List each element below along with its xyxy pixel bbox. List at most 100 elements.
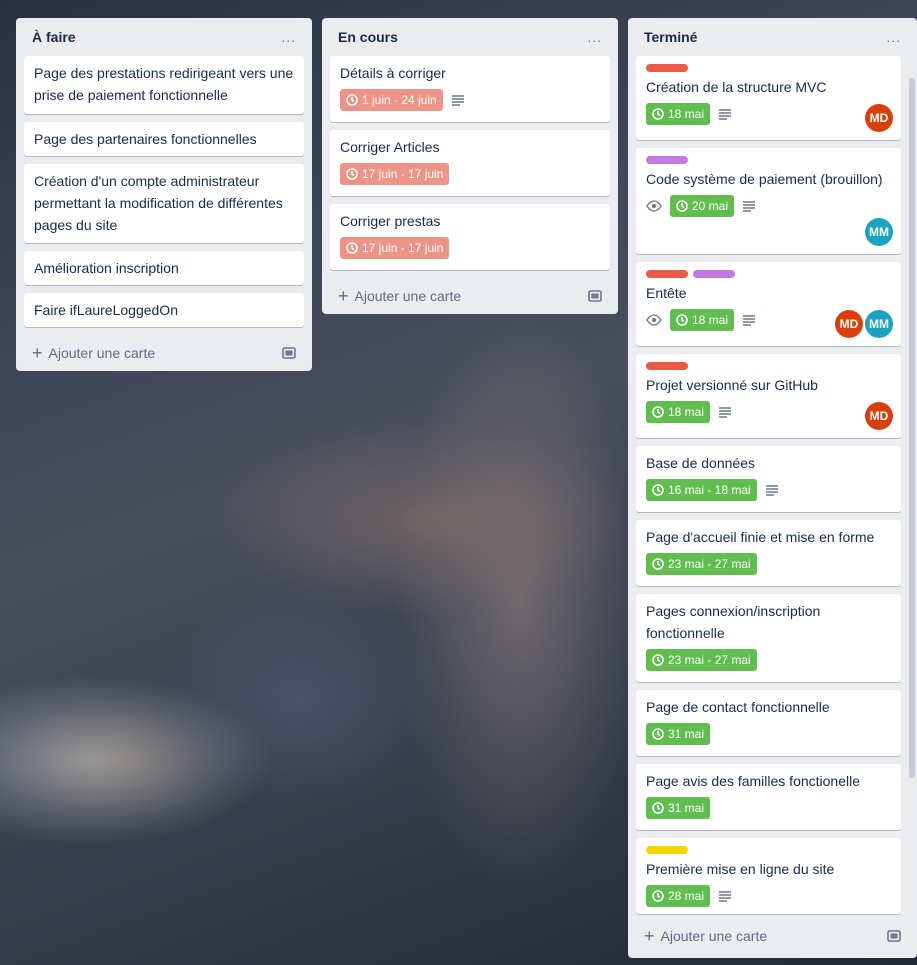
label-red[interactable] — [646, 362, 688, 370]
add-card-button[interactable]: + Ajouter une carte — [24, 335, 304, 371]
card-title: Page des prestations redirigeant vers un… — [34, 65, 294, 103]
clock-icon — [652, 406, 664, 418]
due-date-badge[interactable]: 31 mai — [646, 797, 711, 819]
due-date-badge[interactable]: 18 mai — [646, 401, 711, 423]
card[interactable]: Page des prestations redirigeant vers un… — [24, 56, 304, 114]
card[interactable]: Corriger prestas 17 juin - 17 juin — [330, 204, 610, 270]
card[interactable]: Corriger Articles 17 juin - 17 juin — [330, 130, 610, 196]
list-title[interactable]: En cours — [338, 29, 398, 45]
due-date-badge[interactable]: 18 mai — [646, 103, 711, 125]
avatar[interactable]: MM — [865, 310, 893, 338]
description-icon — [719, 109, 732, 120]
card[interactable]: Création de la structure MVC 18 mai MD — [636, 56, 901, 140]
card-title: Page d'accueil finie et mise en forme — [646, 529, 875, 545]
card[interactable]: Page d'accueil finie et mise en forme 23… — [636, 520, 901, 586]
clock-icon — [652, 558, 664, 570]
card-title: Corriger prestas — [340, 213, 441, 229]
clock-icon — [346, 94, 358, 106]
card-title: Page de contact fonctionnelle — [646, 699, 830, 715]
card-title: Création d'un compte administrateur perm… — [34, 173, 283, 233]
list-title[interactable]: Terminé — [644, 29, 697, 45]
card[interactable]: Détails à corriger 1 juin - 24 juin — [330, 56, 610, 122]
avatar[interactable]: MD — [865, 104, 893, 132]
list-header: Terminé ... — [636, 18, 909, 56]
board: À faire ... Page des prestations redirig… — [0, 0, 917, 965]
plus-icon: + — [644, 926, 655, 946]
plus-icon: + — [338, 286, 349, 306]
add-card-label: Ajouter une carte — [354, 288, 462, 304]
due-date-badge[interactable]: 20 mai — [670, 195, 735, 217]
card-title: Première mise en ligne du site — [646, 861, 835, 877]
clock-icon — [652, 484, 664, 496]
list-menu-button[interactable]: ... — [886, 29, 901, 45]
card-title: Amélioration inscription — [34, 260, 179, 276]
card[interactable]: Page de contact fonctionnelle 31 mai — [636, 690, 901, 756]
avatar[interactable]: MM — [865, 218, 893, 246]
due-date-badge[interactable]: 1 juin - 24 juin — [340, 89, 443, 111]
card[interactable]: Amélioration inscription — [24, 251, 304, 285]
template-icon[interactable] — [887, 930, 901, 942]
card[interactable]: Entête 18 mai MD MM — [636, 262, 901, 346]
due-date-badge[interactable]: 23 mai - 27 mai — [646, 649, 757, 671]
clock-icon — [346, 242, 358, 254]
card-title: Entête — [646, 285, 687, 301]
due-date-badge[interactable]: 17 juin - 17 juin — [340, 237, 450, 259]
description-icon — [719, 407, 732, 418]
description-icon — [743, 201, 756, 212]
list-menu-button[interactable]: ... — [281, 29, 296, 45]
list-menu-button[interactable]: ... — [587, 29, 602, 45]
card-title: Pages connexion/inscription fonctionnell… — [646, 603, 821, 641]
list-scrollbar[interactable] — [909, 78, 915, 778]
card[interactable]: Projet versionné sur GitHub 18 mai MD — [636, 354, 901, 438]
description-icon — [765, 485, 778, 496]
label-purple[interactable] — [693, 270, 735, 278]
card[interactable]: Page des partenaires fonctionnelles — [24, 122, 304, 156]
add-card-button[interactable]: + Ajouter une carte — [330, 278, 610, 314]
card[interactable]: Pages connexion/inscription fonctionnell… — [636, 594, 901, 682]
card-title: Corriger Articles — [340, 139, 440, 155]
template-icon[interactable] — [282, 347, 296, 359]
clock-icon — [652, 728, 664, 740]
add-card-button[interactable]: + Ajouter une carte — [636, 918, 909, 954]
list-en-cours: En cours ... Détails à corriger 1 juin -… — [322, 18, 618, 314]
description-icon — [719, 891, 732, 902]
clock-icon — [346, 168, 358, 180]
list-termine: Terminé ... Création de la structure MVC… — [628, 18, 917, 958]
add-card-label: Ajouter une carte — [660, 928, 768, 944]
card[interactable]: Faire ifLaureLoggedOn — [24, 293, 304, 327]
card-title: Page avis des familles fonctionelle — [646, 773, 861, 789]
label-purple[interactable] — [646, 156, 688, 164]
due-date-badge[interactable]: 18 mai — [670, 309, 735, 331]
due-date-badge[interactable]: 16 mai - 18 mai — [646, 479, 757, 501]
label-yellow[interactable] — [646, 846, 688, 854]
label-red[interactable] — [646, 64, 688, 72]
card[interactable]: Création d'un compte administrateur perm… — [24, 164, 304, 243]
description-icon — [743, 315, 756, 326]
card[interactable]: Code système de paiement (brouillon) 20 … — [636, 148, 901, 254]
clock-icon — [652, 108, 664, 120]
card[interactable]: Première mise en ligne du site 28 mai — [636, 838, 901, 914]
due-date-badge[interactable]: 17 juin - 17 juin — [340, 163, 450, 185]
clock-icon — [652, 654, 664, 666]
template-icon[interactable] — [588, 290, 602, 302]
due-date-badge[interactable]: 28 mai — [646, 885, 711, 907]
card-title: Création de la structure MVC — [646, 79, 827, 95]
label-red[interactable] — [646, 270, 688, 278]
card-title: Code système de paiement (brouillon) — [646, 171, 883, 187]
card-title: Faire ifLaureLoggedOn — [34, 302, 178, 318]
due-date-badge[interactable]: 31 mai — [646, 723, 711, 745]
due-date-badge[interactable]: 23 mai - 27 mai — [646, 553, 757, 575]
card-title: Projet versionné sur GitHub — [646, 377, 818, 393]
avatar[interactable]: MD — [865, 402, 893, 430]
card[interactable]: Base de données 16 mai - 18 mai — [636, 446, 901, 512]
clock-icon — [652, 802, 664, 814]
list-header: En cours ... — [330, 18, 610, 56]
card-title: Page des partenaires fonctionnelles — [34, 131, 257, 147]
card-title: Détails à corriger — [340, 65, 446, 81]
eye-icon — [646, 200, 662, 212]
list-a-faire: À faire ... Page des prestations redirig… — [16, 18, 312, 371]
card[interactable]: Page avis des familles fonctionelle 31 m… — [636, 764, 901, 830]
avatar[interactable]: MD — [835, 310, 863, 338]
add-card-label: Ajouter une carte — [48, 345, 156, 361]
list-title[interactable]: À faire — [32, 29, 76, 45]
